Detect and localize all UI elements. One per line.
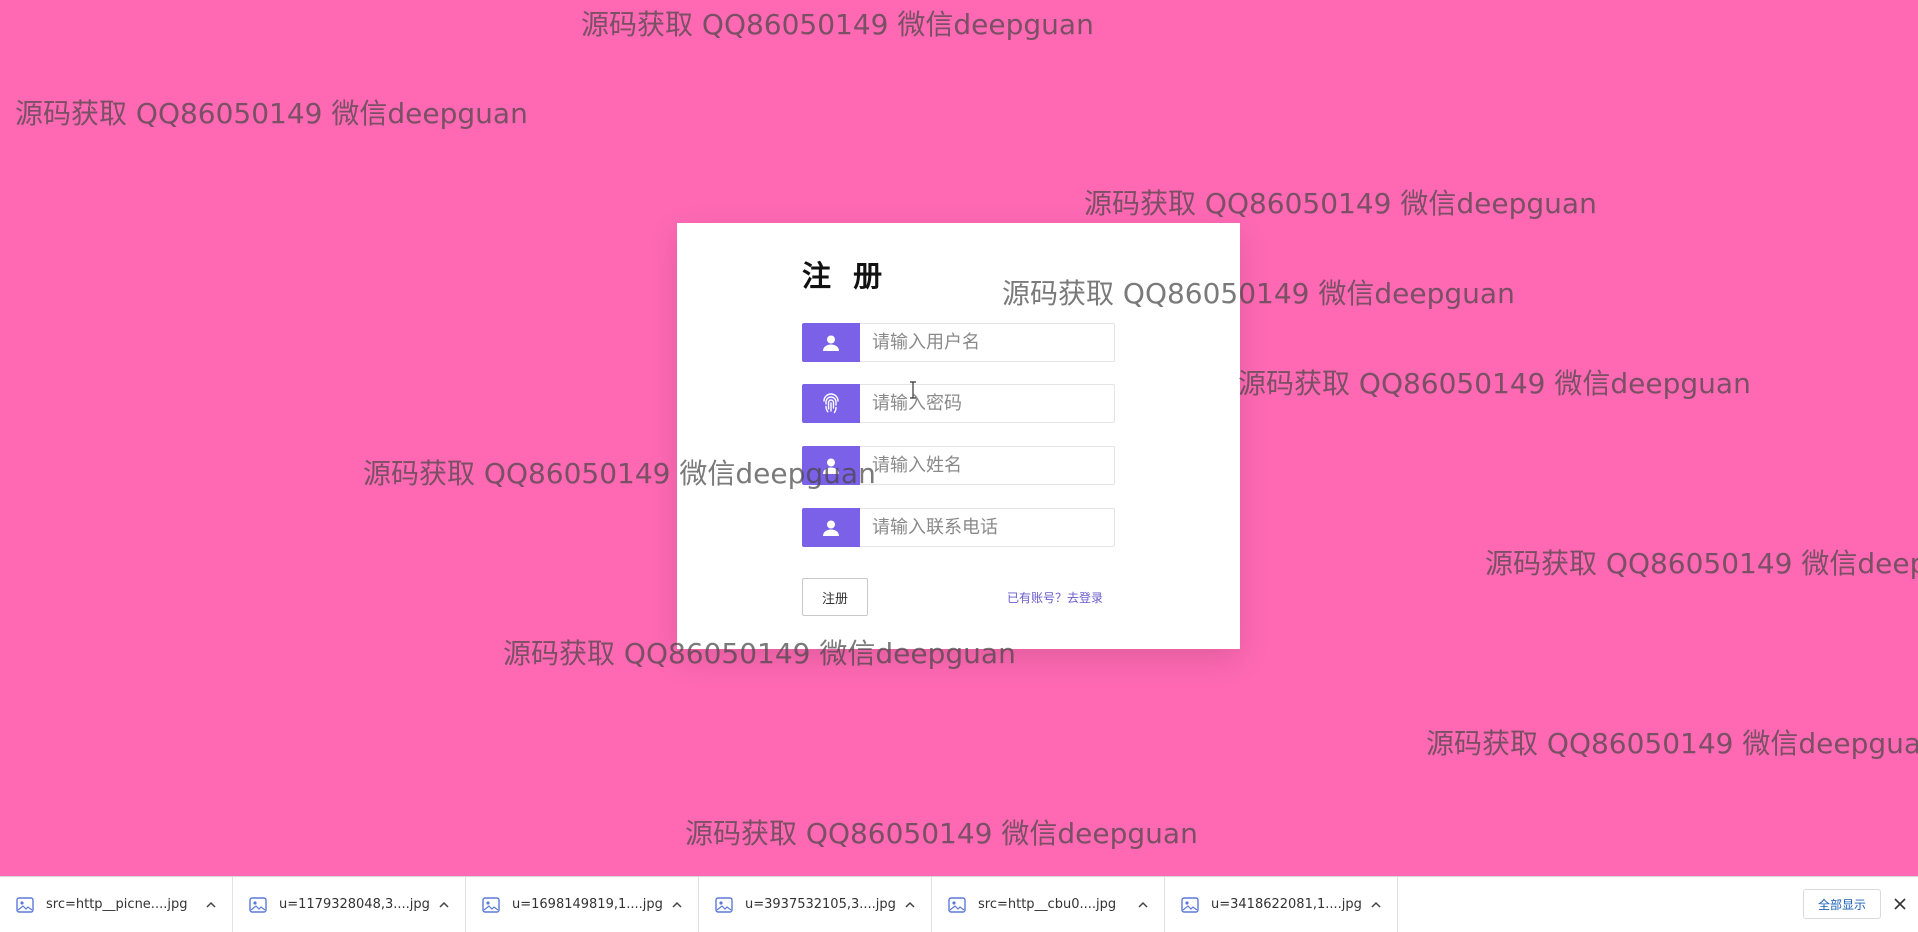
download-filename: u=3418622081,1....jpg (1211, 897, 1361, 912)
downloads-bar: src=http__picne....jpg u=1179328048,3...… (0, 876, 1918, 932)
register-card: 注 册 请输入用户名 请输入姓名 请输入联系电话 注册 已有账号？去登录 (677, 223, 1240, 649)
show-all-downloads-button[interactable]: 全部显示 (1803, 889, 1881, 919)
chevron-up-icon[interactable] (903, 898, 917, 912)
phone-field-group (802, 508, 1115, 547)
download-filename: u=3937532105,3....jpg (745, 897, 895, 912)
download-filename: src=http__picne....jpg (46, 897, 188, 912)
text-cursor-icon (910, 381, 916, 399)
user-icon (802, 323, 860, 362)
image-file-icon (249, 896, 267, 913)
watermark: 源码获取 QQ86050149 微信deepguan (1238, 367, 1751, 400)
name-input[interactable] (860, 446, 1115, 485)
download-item[interactable]: u=1698149819,1....jpg (466, 877, 699, 932)
user-icon (802, 508, 860, 547)
download-item[interactable]: src=http__cbu0....jpg (932, 877, 1165, 932)
watermark: 源码获取 QQ86050149 微信deepguan (1084, 187, 1597, 220)
download-item[interactable]: u=3937532105,3....jpg (699, 877, 932, 932)
download-item[interactable]: u=1179328048,3....jpg (233, 877, 466, 932)
chevron-up-icon[interactable] (1369, 898, 1383, 912)
download-filename: u=1179328048,3....jpg (279, 897, 429, 912)
go-login-link[interactable]: 已有账号？去登录 (1007, 589, 1103, 606)
page-background: 注 册 请输入用户名 请输入姓名 请输入联系电话 注册 已有账号？去登录 源码获… (0, 0, 1918, 876)
register-button[interactable]: 注册 (802, 578, 868, 616)
password-field-group (802, 384, 1115, 423)
image-file-icon (16, 896, 34, 913)
close-icon[interactable] (1892, 896, 1908, 912)
username-input[interactable] (860, 323, 1115, 362)
image-file-icon (482, 896, 500, 913)
watermark: 源码获取 QQ86050149 微信deepguan (15, 97, 528, 130)
watermark: 源码获取 QQ86050149 微信deepguan (685, 817, 1198, 850)
watermark: 源码获取 QQ86050149 微信deepguan (1426, 727, 1918, 760)
chevron-up-icon[interactable] (670, 898, 684, 912)
name-field-group (802, 446, 1115, 485)
image-file-icon (948, 896, 966, 913)
fingerprint-icon (802, 384, 860, 423)
download-item[interactable]: src=http__picne....jpg (0, 877, 233, 932)
image-file-icon (1181, 896, 1199, 913)
chevron-up-icon[interactable] (1136, 898, 1150, 912)
chevron-up-icon[interactable] (437, 898, 451, 912)
chevron-up-icon[interactable] (204, 898, 218, 912)
download-filename: u=1698149819,1....jpg (512, 897, 662, 912)
download-item[interactable]: u=3418622081,1....jpg (1165, 877, 1398, 932)
phone-input[interactable] (860, 508, 1115, 547)
username-field-group (802, 323, 1115, 362)
page-title: 注 册 (802, 259, 889, 293)
password-input[interactable] (860, 384, 1115, 423)
image-file-icon (715, 896, 733, 913)
watermark: 源码获取 QQ86050149 微信deepguan (1485, 547, 1918, 580)
download-filename: src=http__cbu0....jpg (978, 897, 1117, 912)
user-icon (802, 446, 860, 485)
watermark: 源码获取 QQ86050149 微信deepguan (581, 8, 1094, 41)
